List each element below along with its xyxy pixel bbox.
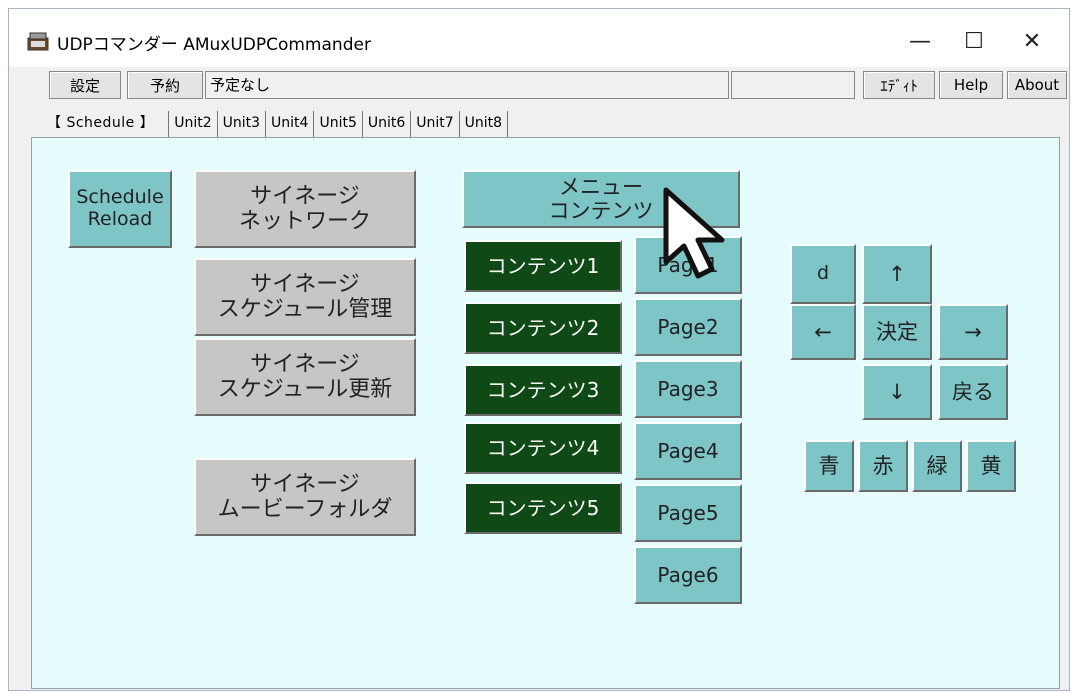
contents-1-button[interactable]: コンテンツ1 xyxy=(464,240,622,292)
arrow-left-button[interactable]: ← xyxy=(790,304,856,360)
menu-contents-button[interactable]: メニュー コンテンツ xyxy=(462,170,740,228)
schedule-panel: Schedule Reload サイネージ ネットワーク サイネージ スケジュー… xyxy=(31,137,1060,689)
page-5-button[interactable]: Page5 xyxy=(634,484,742,542)
page-4-button[interactable]: Page4 xyxy=(634,422,742,480)
remote-d-button[interactable]: d xyxy=(790,244,856,304)
help-button[interactable]: Help xyxy=(939,71,1003,99)
contents-5-button[interactable]: コンテンツ5 xyxy=(464,482,622,534)
about-button[interactable]: About xyxy=(1007,71,1067,99)
page-6-button[interactable]: Page6 xyxy=(634,546,742,604)
app-icon xyxy=(27,32,49,51)
color-red-button[interactable]: 赤 xyxy=(858,440,908,492)
edit-button[interactable]: ｴﾃﾞｨﾄ xyxy=(863,71,935,99)
tab-unit3[interactable]: Unit3 xyxy=(216,111,265,137)
signage-network-button[interactable]: サイネージ ネットワーク xyxy=(194,170,416,248)
app-window: UDPコマンダー AMuxUDPCommander — ☐ ✕ 設定 予約 予定… xyxy=(8,8,1070,691)
tab-schedule[interactable]: 【 Schedule 】 xyxy=(43,111,168,137)
back-button[interactable]: 戻る xyxy=(938,364,1008,420)
contents-4-button[interactable]: コンテンツ4 xyxy=(464,422,622,474)
tab-unit2[interactable]: Unit2 xyxy=(168,111,216,137)
window-title: UDPコマンダー AMuxUDPCommander xyxy=(57,35,371,55)
page-3-button[interactable]: Page3 xyxy=(634,360,742,418)
reserve-status-field: 予定なし xyxy=(205,71,729,99)
maximize-button[interactable]: ☐ xyxy=(951,21,997,61)
tab-unit7[interactable]: Unit7 xyxy=(410,111,458,137)
tab-unit6[interactable]: Unit6 xyxy=(361,111,410,137)
tab-unit8[interactable]: Unit8 xyxy=(458,111,509,137)
title-bar: UDPコマンダー AMuxUDPCommander — ☐ ✕ xyxy=(9,9,1069,67)
contents-3-button[interactable]: コンテンツ3 xyxy=(464,364,622,416)
schedule-reload-button[interactable]: Schedule Reload xyxy=(68,170,172,248)
color-green-button[interactable]: 緑 xyxy=(912,440,962,492)
arrow-up-button[interactable]: ↑ xyxy=(862,244,932,304)
color-blue-button[interactable]: 青 xyxy=(804,440,854,492)
minimize-button[interactable]: — xyxy=(897,21,943,61)
tab-unit4[interactable]: Unit4 xyxy=(265,111,313,137)
close-button[interactable]: ✕ xyxy=(1009,21,1055,61)
page-1-button[interactable]: Page1 xyxy=(634,236,742,294)
signage-movie-folder-button[interactable]: サイネージ ムービーフォルダ xyxy=(194,458,416,536)
reserve-button[interactable]: 予約 xyxy=(127,71,203,99)
arrow-down-button[interactable]: ↓ xyxy=(862,364,932,420)
page-2-button[interactable]: Page2 xyxy=(634,298,742,356)
blank-field xyxy=(731,71,855,99)
tab-unit5[interactable]: Unit5 xyxy=(313,111,361,137)
tab-bar: 【 Schedule 】 Unit2 Unit3 Unit4 Unit5 Uni… xyxy=(43,111,509,137)
contents-2-button[interactable]: コンテンツ2 xyxy=(464,302,622,354)
settings-button[interactable]: 設定 xyxy=(49,71,121,99)
enter-button[interactable]: 決定 xyxy=(862,304,932,360)
color-yellow-button[interactable]: 黄 xyxy=(966,440,1016,492)
signage-schedule-manage-button[interactable]: サイネージ スケジュール管理 xyxy=(194,258,416,336)
arrow-right-button[interactable]: → xyxy=(938,304,1008,360)
signage-schedule-update-button[interactable]: サイネージ スケジュール更新 xyxy=(194,338,416,416)
